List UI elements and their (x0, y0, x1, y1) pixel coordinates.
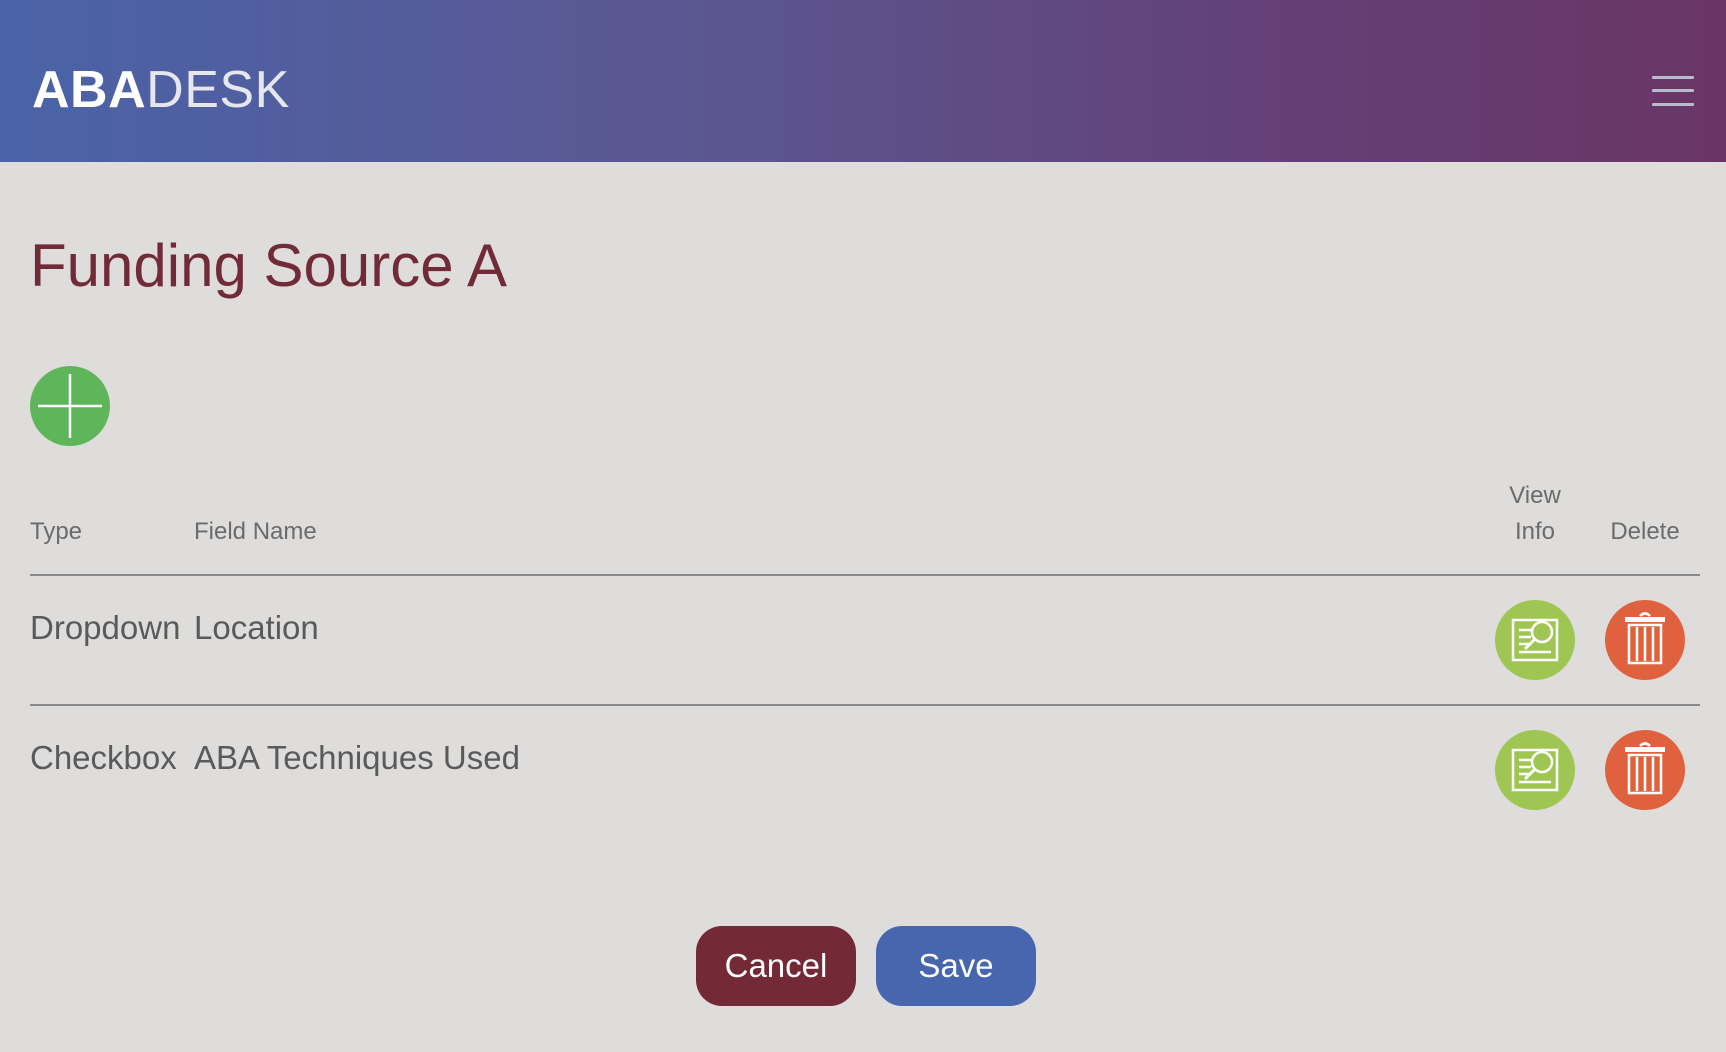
column-header-view-line1: View (1509, 482, 1561, 509)
delete-button[interactable] (1605, 730, 1685, 810)
plus-icon (38, 374, 102, 438)
table-divider (30, 704, 1700, 706)
delete-button[interactable] (1605, 600, 1685, 680)
document-search-icon (1511, 618, 1559, 662)
app-header: ABADESK (0, 0, 1726, 162)
view-info-button[interactable] (1495, 600, 1575, 680)
column-header-view-info: View Info (1500, 478, 1570, 550)
trash-icon (1625, 742, 1665, 795)
view-info-button[interactable] (1495, 730, 1575, 810)
table-divider (30, 574, 1700, 576)
column-header-field-name: Field Name (194, 518, 317, 545)
column-header-type: Type (30, 518, 83, 545)
column-header-delete: Delete (1610, 518, 1680, 545)
save-button[interactable]: Save (876, 926, 1036, 1006)
row-type: Dropdown (30, 609, 181, 646)
hamburger-menu-icon[interactable] (1652, 74, 1694, 108)
trash-icon (1625, 612, 1665, 665)
add-field-button[interactable] (30, 366, 110, 446)
cancel-button[interactable]: Cancel (696, 926, 856, 1006)
app-logo[interactable]: ABADESK (32, 58, 290, 122)
column-header-view-line2: Info (1514, 518, 1556, 545)
row-type: Checkbox (30, 739, 177, 776)
logo-light-text: DESK (146, 61, 290, 119)
row-field-name: ABA Techniques Used (194, 739, 520, 776)
document-search-icon (1511, 748, 1559, 792)
page-title: Funding Source A (30, 232, 507, 299)
logo-bold-text: ABA (32, 61, 147, 119)
row-field-name: Location (194, 609, 319, 646)
